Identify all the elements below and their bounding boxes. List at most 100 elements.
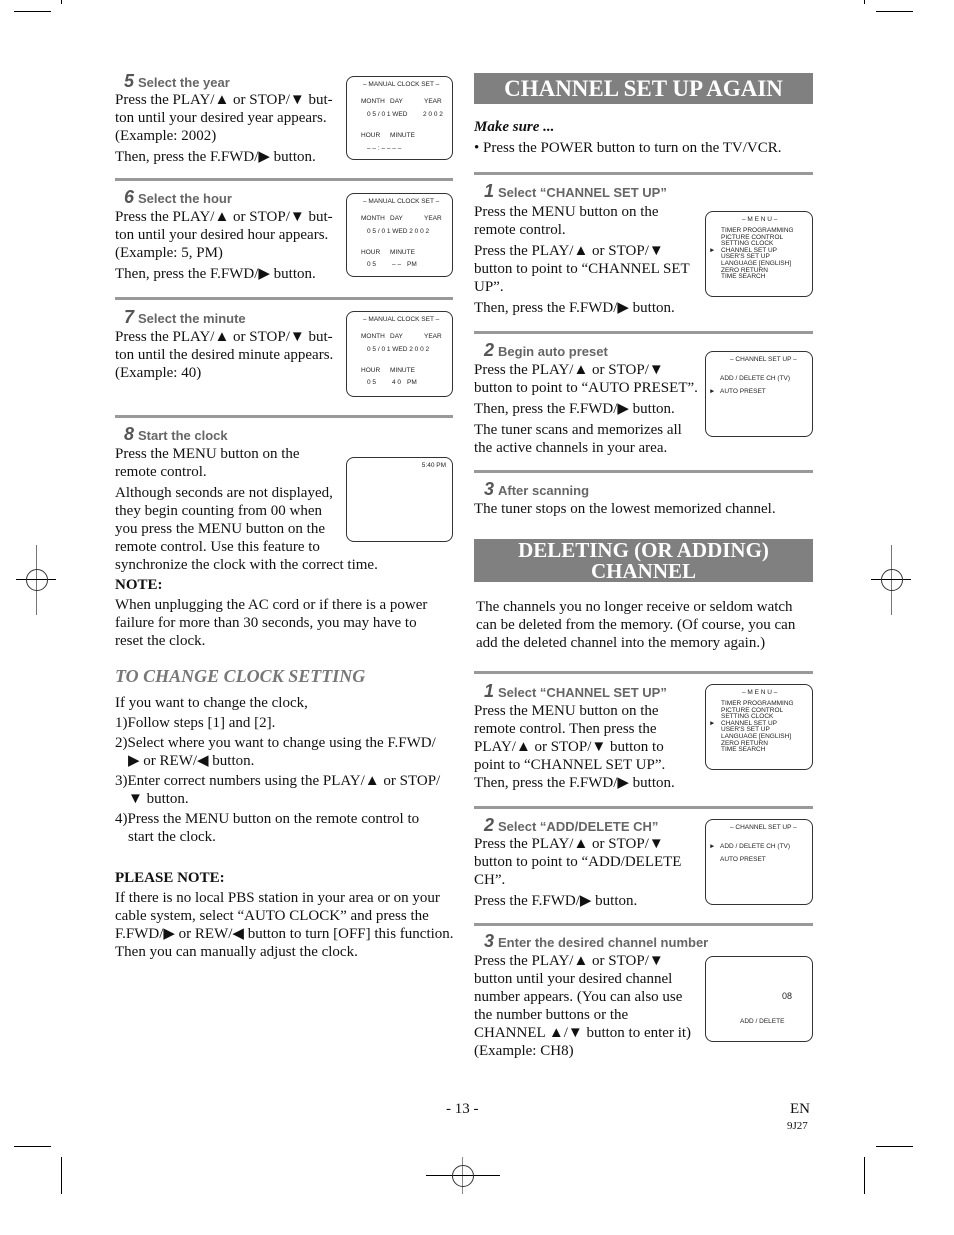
- text-line: ton until your desired hour appears.: [115, 227, 329, 243]
- text-line: Press the PLAY/▲ or STOP/▼ button to poi…: [474, 243, 690, 295]
- channel-setup-screen-add-delete: – CHANNEL SET UP – ADD / DELETE CH (TV) …: [705, 819, 813, 905]
- step-title: Select “CHANNEL SET UP”: [498, 685, 667, 700]
- screen-hour-blinking: 0 5: [367, 261, 377, 268]
- text-line: Then, press the F.FWD/▶ button.: [474, 401, 675, 417]
- registration-mark-icon: [26, 569, 48, 591]
- step-8-heading: 8 Start the clock: [124, 424, 228, 445]
- clock-set-screen-hour: – MANUAL CLOCK SET – MONTH DAY YEAR 0 5 …: [346, 193, 453, 277]
- step-number: 3: [484, 931, 495, 951]
- delete-step-2-text: Press the PLAY/▲ or STOP/▼ button to poi…: [474, 835, 699, 910]
- screen-ampm-blinking: PM: [407, 261, 417, 268]
- change-clock-title: TO CHANGE CLOCK SETTING: [115, 666, 366, 686]
- note-text: If there is no local PBS station in your…: [115, 890, 454, 960]
- text-line: When unplugging the AC cord or if there …: [115, 597, 428, 613]
- text-line: Press the PLAY/▲ or STOP/▼ button to poi…: [474, 836, 682, 888]
- screen-title: – CHANNEL SET UP –: [730, 824, 797, 831]
- list-item: 3)Enter correct numbers using the PLAY/▲…: [115, 773, 441, 807]
- screen-title: – MANUAL CLOCK SET –: [363, 316, 440, 323]
- pointer-icon: ►: [709, 388, 716, 395]
- step-title: Begin auto preset: [498, 344, 608, 359]
- text-line: Then, press the F.FWD/▶ button.: [474, 775, 675, 791]
- menu-item-selected: ADD / DELETE CH (TV): [720, 843, 791, 850]
- channel-setup-step-3-heading: 3 After scanning: [484, 479, 589, 500]
- text-line: (Example: 2002): [115, 128, 217, 144]
- screen-title: – MANUAL CLOCK SET –: [363, 81, 440, 88]
- screen-label: MONTH: [361, 98, 385, 105]
- banner-line: DELETING (OR ADDING): [518, 538, 769, 562]
- delete-step-3-text: Press the PLAY/▲ or STOP/▼ button until …: [474, 953, 692, 1059]
- text-line: Then, press the F.FWD/▶ button.: [115, 266, 316, 282]
- text-line: synchronize the clock with the correct t…: [115, 557, 378, 573]
- step-number: 1: [484, 181, 495, 201]
- channel-setup-screen-auto-preset: – CHANNEL SET UP – ADD / DELETE CH (TV) …: [705, 351, 813, 437]
- screen-minute-blinking: 4 0: [392, 379, 402, 386]
- step-number: 5: [124, 71, 135, 91]
- screen-label: MINUTE: [390, 249, 415, 256]
- screen-label: MINUTE: [390, 132, 415, 139]
- pointer-icon: ►: [709, 843, 716, 850]
- step-title: Enter the desired channel number: [498, 935, 709, 950]
- screen-date: 0 5 / 0 1 WED 2 0 0 2: [367, 346, 430, 353]
- menu-item: AUTO PRESET: [720, 856, 766, 863]
- text-line: failure for more than 30 seconds, you ma…: [115, 615, 417, 631]
- screen-hour: 0 5: [367, 379, 377, 386]
- channel-setup-step-1-text: Press the MENU button on the remote cont…: [474, 203, 699, 317]
- screen-label: YEAR: [424, 333, 442, 340]
- text-line: Press the MENU button on the remote cont…: [474, 204, 659, 238]
- text-line: If you want to change the clock,: [115, 695, 308, 711]
- pointer-icon: ►: [709, 247, 716, 254]
- note-label: PLEASE NOTE:: [115, 870, 225, 886]
- step-title: Select the hour: [138, 191, 232, 206]
- screen-label: DAY: [390, 215, 403, 222]
- banner-line: CHANNEL: [590, 559, 696, 583]
- section-divider: [474, 923, 813, 926]
- crop-mark: [61, 1157, 62, 1194]
- delete-step-1-text: Press the MENU button on the remote cont…: [474, 702, 692, 792]
- screen-time: 5:40 PM: [421, 462, 446, 469]
- channel-setup-step-2-text: Press the PLAY/▲ or STOP/▼ button to poi…: [474, 361, 699, 457]
- menu-screen: – M E N U – TIMER PROGRAMMING PICTURE CO…: [705, 211, 813, 297]
- crop-mark: [14, 1146, 51, 1147]
- channel-setup-step-3-text: The tuner stops on the lowest memorized …: [474, 501, 776, 517]
- make-sure-label: Make sure ...: [474, 119, 555, 135]
- text-line: Press the PLAY/▲ or STOP/▼ but-: [115, 209, 333, 225]
- screen-label: HOUR: [361, 132, 381, 139]
- screen-title: – MANUAL CLOCK SET –: [363, 198, 440, 205]
- clock-running-screen: 5:40 PM: [346, 457, 453, 542]
- step-5-text: Press the PLAY/▲ or STOP/▼ but- ton unti…: [115, 91, 350, 166]
- section-divider: [115, 178, 453, 181]
- text-line: Press the PLAY/▲ or STOP/▼ but-: [115, 329, 333, 345]
- text-line: Then, press the F.FWD/▶ button.: [474, 300, 675, 316]
- bullet-item: • Press the POWER button to turn on the …: [474, 140, 782, 156]
- step-7-heading: 7 Select the minute: [124, 307, 246, 328]
- step-6-text: Press the PLAY/▲ or STOP/▼ but- ton unti…: [115, 208, 350, 283]
- screen-label: HOUR: [361, 249, 381, 256]
- list-item: 1)Follow steps [1] and [2].: [115, 715, 276, 731]
- crop-mark: [876, 1146, 913, 1147]
- step-title: After scanning: [498, 483, 590, 498]
- clock-set-screen-minute: – MANUAL CLOCK SET – MONTH DAY YEAR 0 5 …: [346, 311, 453, 397]
- screen-title: – M E N U –: [742, 216, 778, 223]
- registration-mark-icon: [452, 1165, 474, 1187]
- text-line: (Example: 40): [115, 365, 202, 381]
- screen-date: 0 5 / 0 1 WED: [367, 111, 408, 118]
- screen-date: 0 5 / 0 1 WED 2 0 0 2: [367, 228, 430, 235]
- step-5-heading: 5 Select the year: [124, 71, 230, 92]
- list-item: 2)Select where you want to change using …: [115, 735, 436, 769]
- screen-label: ADD / DELETE: [740, 1018, 785, 1025]
- model-code: 9J27: [787, 1120, 808, 1132]
- screen-label: DAY: [390, 333, 403, 340]
- step-number: 2: [484, 815, 495, 835]
- channel-setup-step-2-heading: 2 Begin auto preset: [484, 340, 608, 361]
- channel-number: 08: [782, 991, 793, 1001]
- section-divider: [474, 172, 813, 175]
- menu-screen: – M E N U – TIMER PROGRAMMING PICTURE CO…: [705, 684, 813, 770]
- screen-label: YEAR: [424, 98, 442, 105]
- section-divider: [474, 331, 813, 334]
- step-title: Start the clock: [138, 428, 228, 443]
- screen-label: MINUTE: [390, 367, 415, 374]
- text-line: Press the MENU button on the remote cont…: [474, 703, 666, 773]
- registration-mark-icon: [881, 569, 903, 591]
- step-6-heading: 6 Select the hour: [124, 187, 232, 208]
- section-banner: CHANNEL SET UP AGAIN: [474, 73, 813, 104]
